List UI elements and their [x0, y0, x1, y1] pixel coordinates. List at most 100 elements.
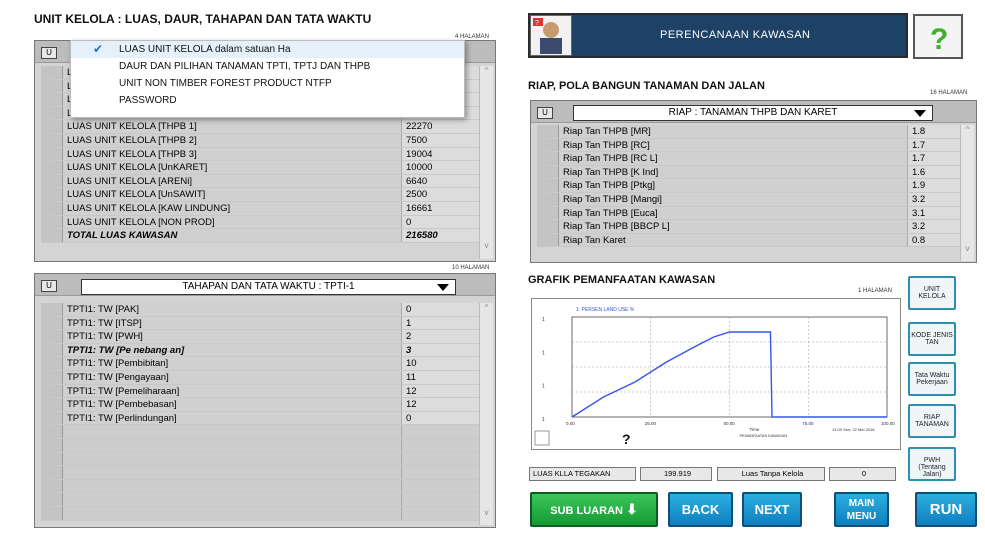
row-selector[interactable] — [41, 215, 63, 229]
scrollbar[interactable]: ^ v — [960, 125, 974, 261]
menu-item[interactable]: PASSWORD — [71, 92, 464, 109]
row-value[interactable]: 3.1 — [907, 206, 962, 220]
row-selector[interactable] — [41, 201, 63, 215]
row-value[interactable]: 0 — [401, 411, 481, 425]
row-selector[interactable] — [41, 452, 63, 466]
table-row[interactable]: TPTI1: TW [Pembebasan] 12 — [41, 398, 481, 412]
table-row[interactable]: TPTI1: TW [ITSP] 1 — [41, 316, 481, 331]
row-selector[interactable] — [41, 330, 63, 343]
row-value[interactable] — [401, 466, 481, 479]
table-row[interactable]: Riap Tan THPB [Euca] 3.1 — [537, 206, 962, 221]
scrollbar[interactable]: ^ v — [479, 66, 493, 259]
row-selector[interactable] — [41, 161, 63, 174]
table-row[interactable]: LUAS UNIT KELOLA [NON PROD] 0 — [41, 215, 481, 230]
row-selector[interactable] — [537, 220, 559, 233]
row-selector[interactable] — [537, 152, 559, 165]
row-value[interactable]: 10 — [401, 357, 481, 370]
table-row[interactable] — [41, 466, 481, 480]
table-row[interactable]: LUAS UNIT KELOLA [KAW LINDUNG] 16661 — [41, 201, 481, 216]
row-value[interactable]: 1.8 — [907, 125, 962, 138]
table-row[interactable]: TPTI1: TW [Pemeliharaan] 12 — [41, 384, 481, 399]
row-selector[interactable] — [41, 147, 63, 161]
table-row[interactable]: LUAS UNIT KELOLA [UnKARET] 10000 — [41, 161, 481, 175]
pwh-button[interactable]: PWH (Tentang Jalan) — [908, 447, 956, 481]
row-value[interactable] — [401, 493, 481, 506]
row-selector[interactable] — [41, 425, 63, 438]
table-row[interactable]: LUAS UNIT KELOLA [UnSAWIT] 2500 — [41, 188, 481, 202]
row-value[interactable]: 216580 — [401, 229, 481, 242]
table-row[interactable]: TPTI1: TW [PAK] 0 — [41, 303, 481, 317]
row-value[interactable]: 16661 — [401, 201, 481, 215]
table-row[interactable]: TPTI1: TW [Pe nebang an] 3 — [41, 343, 481, 358]
row-value[interactable]: 0 — [401, 303, 481, 316]
row-value[interactable] — [401, 506, 481, 520]
row-selector[interactable] — [537, 192, 559, 206]
row-value[interactable]: 3 — [401, 343, 481, 357]
table-row[interactable]: TPTI1: TW [Perlindungan] 0 — [41, 411, 481, 426]
table-row[interactable]: TOTAL LUAS KAWASAN 216580 — [41, 229, 481, 243]
u-button[interactable]: U — [41, 280, 57, 292]
row-value[interactable] — [401, 425, 481, 438]
table-row[interactable]: Riap Tan THPB [RC] 1.7 — [537, 138, 962, 153]
row-value[interactable]: 1.9 — [907, 179, 962, 192]
row-value[interactable]: 22270 — [401, 120, 481, 133]
row-value[interactable]: 7500 — [401, 133, 481, 147]
row-value[interactable]: 11 — [401, 370, 481, 384]
next-button[interactable]: NEXT — [742, 492, 802, 527]
table-row[interactable]: TPTI1: TW [Pembibitan] 10 — [41, 357, 481, 371]
table-row[interactable]: Riap Tan THPB [RC L] 1.7 — [537, 152, 962, 166]
row-selector[interactable] — [41, 506, 63, 520]
table-row[interactable]: Riap Tan THPB [Mangi] 3.2 — [537, 192, 962, 207]
table-row[interactable] — [41, 506, 481, 521]
row-value[interactable]: 2500 — [401, 188, 481, 201]
sub-luaran-button[interactable]: SUB LUARAN ⬇ — [530, 492, 658, 527]
row-value[interactable]: 1.6 — [907, 165, 962, 179]
table-row[interactable] — [41, 452, 481, 467]
row-selector[interactable] — [41, 493, 63, 506]
row-selector[interactable] — [537, 165, 559, 179]
table-row[interactable] — [41, 425, 481, 439]
row-selector[interactable] — [41, 93, 63, 106]
table-row[interactable]: LUAS UNIT KELOLA [THPB 2] 7500 — [41, 133, 481, 148]
kode-jenis-button[interactable]: KODE JENIS TAN — [908, 322, 956, 356]
row-value[interactable]: 0.8 — [907, 233, 962, 247]
row-value[interactable]: 12 — [401, 384, 481, 398]
table-row[interactable] — [41, 493, 481, 507]
row-selector[interactable] — [41, 229, 63, 242]
tahapan-dropdown[interactable]: TAHAPAN DAN TATA WAKTU : TPTI-1 — [81, 279, 456, 295]
table-row[interactable]: LUAS UNIT KELOLA [THPB 1] 22270 — [41, 120, 481, 134]
riap-tanaman-button[interactable]: RIAP TANAMAN — [908, 404, 956, 438]
row-selector[interactable] — [41, 106, 63, 120]
row-selector[interactable] — [537, 125, 559, 138]
row-selector[interactable] — [537, 138, 559, 152]
menu-item[interactable]: DAUR DAN PILIHAN TANAMAN TPTI, TPTJ DAN … — [71, 58, 464, 75]
row-value[interactable]: 10000 — [401, 161, 481, 174]
row-selector[interactable] — [41, 79, 63, 93]
help-button[interactable]: ? — [913, 14, 963, 59]
row-selector[interactable] — [41, 343, 63, 357]
row-selector[interactable] — [41, 133, 63, 147]
table-row[interactable]: TPTI1: TW [PWH] 2 — [41, 330, 481, 344]
table-row[interactable]: Riap Tan THPB [MR] 1.8 — [537, 125, 962, 139]
table-row[interactable]: Riap Tan THPB [K Ind] 1.6 — [537, 165, 962, 180]
row-value[interactable]: 6640 — [401, 174, 481, 188]
row-value[interactable] — [401, 452, 481, 466]
row-selector[interactable] — [41, 398, 63, 411]
riap-dropdown[interactable]: RIAP : TANAMAN THPB DAN KARET — [573, 105, 933, 121]
table-row[interactable]: LUAS UNIT KELOLA [THPB 3] 19004 — [41, 147, 481, 162]
row-selector[interactable] — [41, 174, 63, 188]
row-value[interactable]: 19004 — [401, 147, 481, 161]
u-button[interactable]: U — [537, 107, 553, 119]
menu-item[interactable]: ✔ LUAS UNIT KELOLA dalam satuan Ha — [71, 41, 464, 58]
tata-waktu-button[interactable]: Tata Waktu Pekerjaan — [908, 362, 956, 396]
row-selector[interactable] — [41, 316, 63, 330]
row-selector[interactable] — [41, 370, 63, 384]
row-value[interactable]: 3.2 — [907, 220, 962, 233]
table-row[interactable] — [41, 438, 481, 453]
row-selector[interactable] — [41, 188, 63, 201]
row-selector[interactable] — [41, 120, 63, 133]
row-value[interactable]: 1 — [401, 316, 481, 330]
row-selector[interactable] — [41, 466, 63, 479]
row-value[interactable]: 12 — [401, 398, 481, 411]
back-button[interactable]: BACK — [668, 492, 733, 527]
